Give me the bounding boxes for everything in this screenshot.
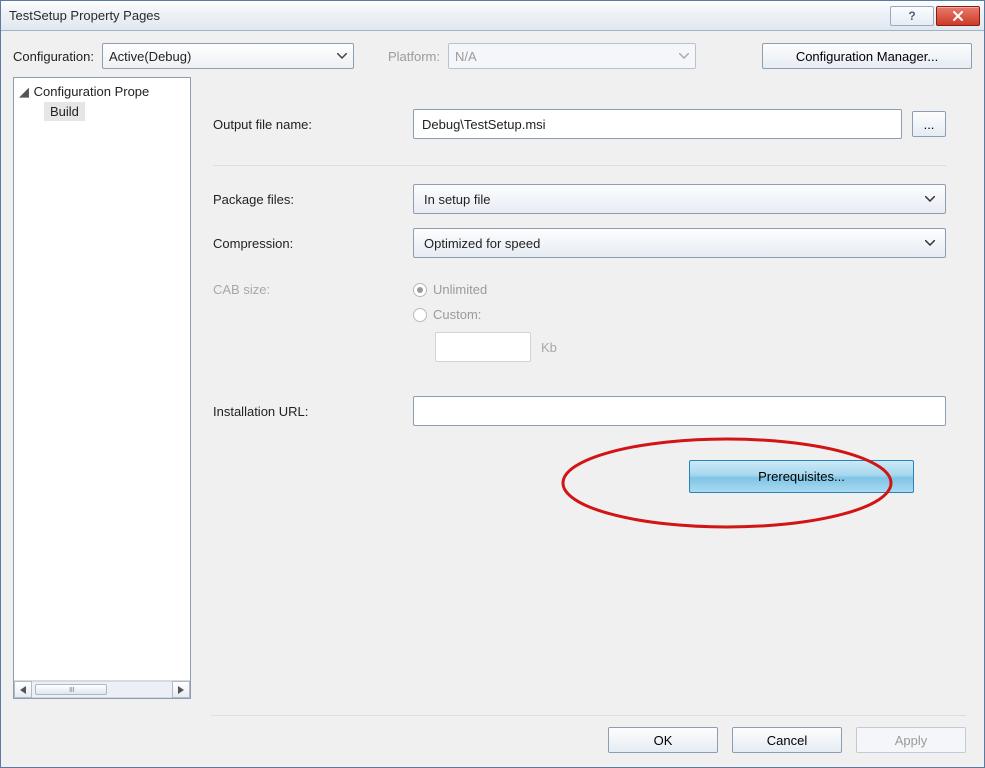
cab-custom-radio: Custom: [413,307,557,322]
tree-root-row[interactable]: ◢ Configuration Prope [16,82,188,102]
help-button[interactable]: ? [890,6,934,26]
apply-button: Apply [856,727,966,753]
radio-icon [413,308,427,322]
cancel-button[interactable]: Cancel [732,727,842,753]
compression-value: Optimized for speed [424,236,540,251]
configuration-value: Active(Debug) [109,49,191,64]
tree-root-label: Configuration Prope [34,84,150,99]
install-url-input[interactable] [413,396,946,426]
dialog-body: Configuration: Active(Debug) Platform: N… [1,31,984,711]
caret-left-icon [20,686,26,694]
configuration-manager-button[interactable]: Configuration Manager... [762,43,972,69]
package-row: Package files: In setup file [213,184,946,214]
output-label: Output file name: [213,117,413,132]
platform-label: Platform: [388,49,440,64]
footer-separator [211,715,966,716]
close-icon [952,10,964,22]
chevron-down-icon [925,196,935,202]
browse-button[interactable]: ... [912,111,946,137]
compression-dropdown[interactable]: Optimized for speed [413,228,946,258]
separator [213,165,946,166]
install-url-row: Installation URL: [213,396,946,426]
scroll-left-button[interactable] [14,681,32,698]
caret-right-icon [178,686,184,694]
prerequisites-button[interactable]: Prerequisites... [689,460,914,493]
property-tree[interactable]: ◢ Configuration Prope Build [13,77,191,699]
cab-row: CAB size: Unlimited Custom: Kb [213,282,946,362]
chevron-down-icon [337,53,347,59]
compression-label: Compression: [213,236,413,251]
help-icon: ? [908,9,915,23]
title-bar: TestSetup Property Pages ? [1,1,984,31]
cab-custom-label: Custom: [433,307,481,322]
cab-unit-label: Kb [541,340,557,355]
tree-scroll-area: ◢ Configuration Prope Build [14,78,190,680]
configuration-label: Configuration: [13,49,94,64]
cab-label: CAB size: [213,282,413,297]
top-row: Configuration: Active(Debug) Platform: N… [13,43,972,69]
cab-unlimited-label: Unlimited [433,282,487,297]
form-panel: Output file name: Debug\TestSetup.msi ..… [207,77,972,699]
package-files-value: In setup file [424,192,491,207]
package-label: Package files: [213,192,413,207]
platform-value: N/A [455,49,477,64]
tree-item-label: Build [50,104,79,119]
output-row: Output file name: Debug\TestSetup.msi ..… [213,109,946,139]
footer-buttons: OK Cancel Apply [608,727,966,753]
cab-size-row: Kb [435,332,557,362]
configuration-combo[interactable]: Active(Debug) [102,43,354,69]
output-file-input[interactable]: Debug\TestSetup.msi [413,109,902,139]
collapse-icon[interactable]: ◢ [18,84,30,100]
scroll-track[interactable] [32,681,172,698]
close-button[interactable] [936,6,980,26]
radio-icon [413,283,427,297]
ok-button[interactable]: OK [608,727,718,753]
package-files-dropdown[interactable]: In setup file [413,184,946,214]
titlebar-buttons: ? [890,6,980,26]
scroll-right-button[interactable] [172,681,190,698]
dialog-window: TestSetup Property Pages ? Configuration… [0,0,985,768]
install-url-label: Installation URL: [213,404,413,419]
cab-size-input [435,332,531,362]
tree-item-build[interactable]: Build [44,102,85,121]
tree-horizontal-scrollbar[interactable] [14,680,190,698]
output-file-value: Debug\TestSetup.msi [422,117,546,132]
chevron-down-icon [925,240,935,246]
chevron-down-icon [679,53,689,59]
compression-row: Compression: Optimized for speed [213,228,946,258]
main-layout: ◢ Configuration Prope Build Output file … [13,77,972,699]
platform-combo: N/A [448,43,696,69]
cab-options: Unlimited Custom: Kb [413,282,557,362]
window-title: TestSetup Property Pages [9,8,890,23]
scroll-thumb[interactable] [35,684,107,695]
cab-unlimited-radio: Unlimited [413,282,557,297]
